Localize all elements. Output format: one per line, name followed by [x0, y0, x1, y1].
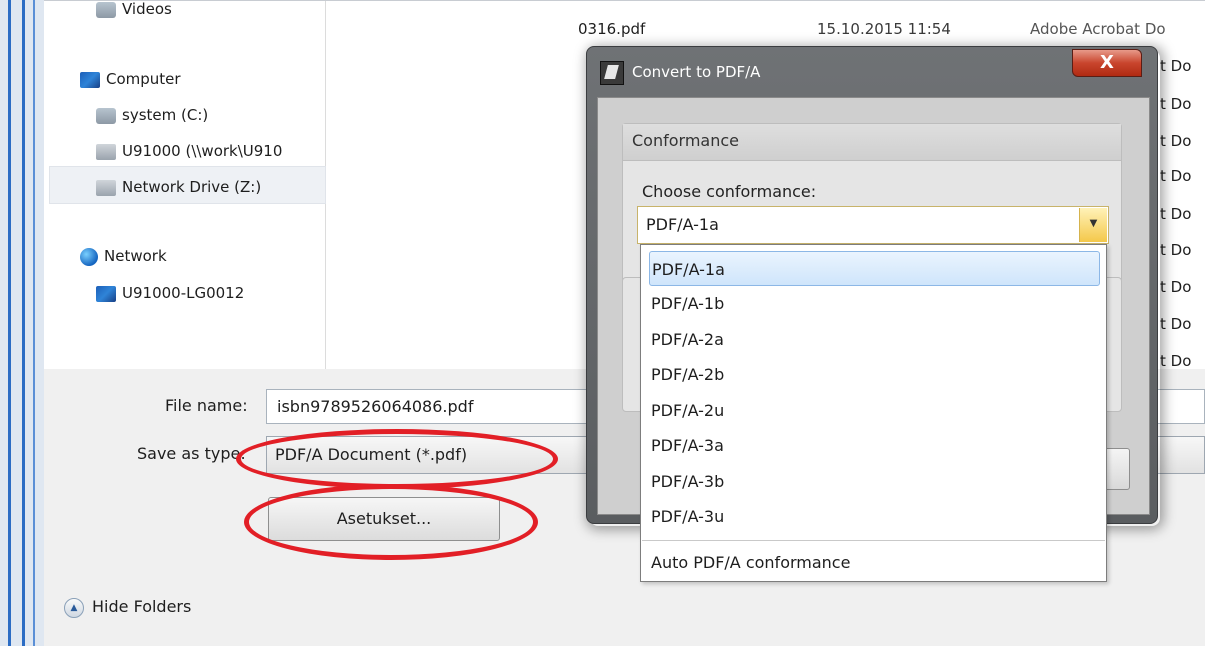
close-button[interactable]: X [1072, 49, 1142, 77]
dialog-title: Convert to PDF/A [632, 63, 761, 81]
nav-item-network[interactable]: Network [80, 241, 167, 271]
nav-item-network-share[interactable]: U91000 (\\work\U910 [96, 136, 282, 166]
chevron-up-icon: ▲ [64, 597, 84, 618]
option-auto-conformance[interactable]: Auto PDF/A conformance [649, 545, 1100, 580]
file-type-cell: t Do [1160, 205, 1192, 223]
nav-item-videos[interactable]: Videos [96, 0, 172, 24]
nav-item-videos-label: Videos [122, 0, 172, 18]
option-pdfa-3u[interactable]: PDF/A-3u [649, 499, 1100, 534]
dialog-title-bar[interactable]: Convert to PDF/A [600, 50, 1080, 94]
option-pdfa-2a[interactable]: PDF/A-2a [649, 322, 1100, 357]
option-pdfa-2u[interactable]: PDF/A-2u [649, 393, 1100, 428]
conformance-dropdown-list: PDF/A-1a PDF/A-1b PDF/A-2a PDF/A-2b PDF/… [640, 244, 1107, 582]
save-type-highlight-ellipse [236, 429, 558, 489]
nav-item-computer[interactable]: Computer [80, 64, 181, 94]
app-icon [600, 60, 624, 85]
option-pdfa-1b[interactable]: PDF/A-1b [649, 286, 1100, 321]
option-pdfa-2b[interactable]: PDF/A-2b [649, 357, 1100, 392]
file-type-cell: Adobe Acrobat Do [1030, 20, 1166, 38]
file-name-label: File name: [165, 396, 248, 415]
nav-item-computer-label: Computer [106, 70, 181, 88]
file-type-cell: t Do [1160, 57, 1192, 75]
nav-item-network-drive[interactable]: Network Drive (Z:) [96, 172, 261, 202]
nav-item-network-label: Network [104, 247, 167, 265]
window-left-border [0, 0, 44, 646]
file-type-cell: t Do [1160, 167, 1192, 185]
save-type-label: Save as type: [137, 444, 246, 463]
settings-highlight-ellipse [244, 484, 538, 560]
conformance-select[interactable]: PDF/A-1a [637, 206, 1109, 244]
nav-item-system-drive[interactable]: system (C:) [96, 100, 208, 130]
nav-item-system-drive-label: system (C:) [122, 106, 209, 124]
computer-icon [96, 285, 116, 302]
file-type-cell: t Do [1160, 315, 1192, 333]
file-date-cell: 15.10.2015 11:54 [817, 20, 951, 38]
videos-icon [96, 1, 116, 18]
option-pdfa-1a[interactable]: PDF/A-1a [649, 251, 1100, 286]
hide-folders-label: Hide Folders [92, 597, 192, 616]
drive-icon [96, 107, 116, 124]
network-drive-icon [96, 179, 116, 196]
conformance-group-title: Conformance [632, 131, 739, 150]
file-type-cell: t Do [1160, 132, 1192, 150]
file-type-cell: t Do [1160, 241, 1192, 259]
computer-icon [80, 71, 100, 88]
file-type-cell: t Do [1160, 278, 1192, 296]
file-type-cell: t Do [1160, 95, 1192, 113]
nav-item-network-share-label: U91000 (\\work\U910 [122, 142, 283, 160]
network-drive-icon [96, 143, 116, 160]
nav-item-network-drive-label: Network Drive (Z:) [122, 178, 262, 196]
dropdown-separator [642, 540, 1105, 541]
nav-item-network-pc-label: U91000-LG0012 [122, 284, 245, 302]
choose-conformance-label: Choose conformance: [642, 182, 817, 201]
chevron-down-icon[interactable]: ▼ [1079, 208, 1107, 242]
hide-folders-button[interactable]: ▲ Hide Folders [64, 595, 191, 619]
option-pdfa-3a[interactable]: PDF/A-3a [649, 428, 1100, 463]
option-pdfa-3b[interactable]: PDF/A-3b [649, 464, 1100, 499]
globe-icon [80, 247, 98, 266]
nav-item-network-pc[interactable]: U91000-LG0012 [96, 278, 244, 308]
file-name-cell[interactable]: 0316.pdf [578, 11, 645, 47]
